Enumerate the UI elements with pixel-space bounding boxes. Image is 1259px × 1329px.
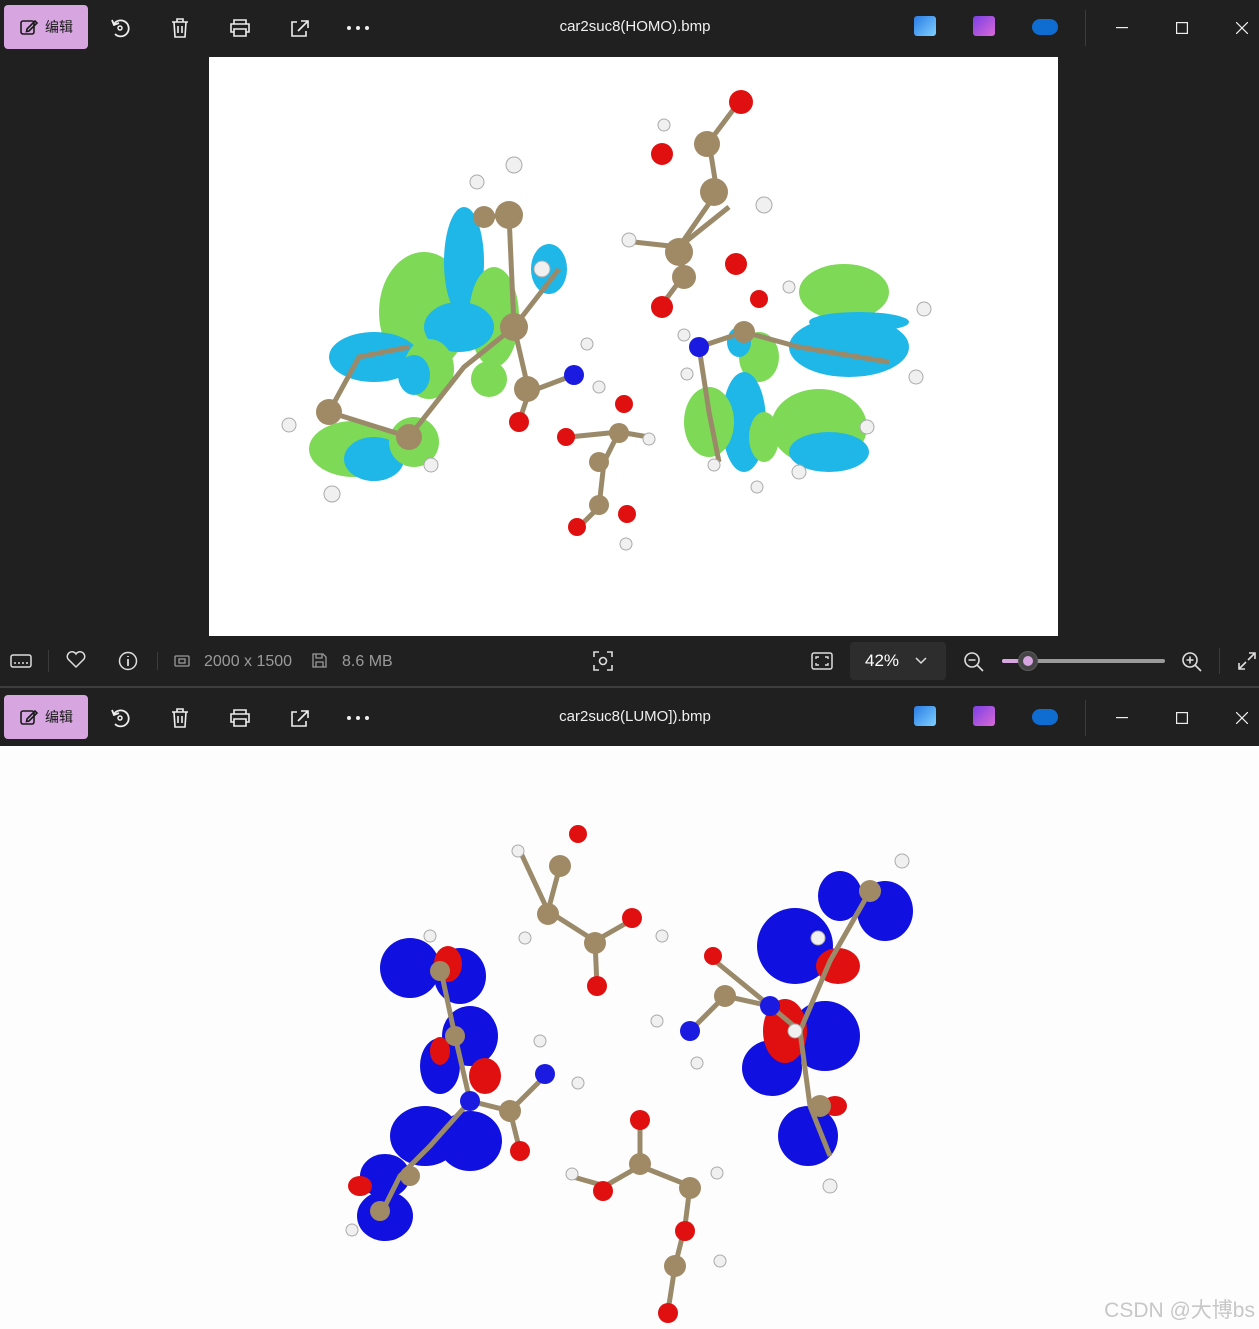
share-icon — [291, 710, 309, 727]
minimize-icon — [1116, 717, 1128, 719]
fit-window-icon[interactable] — [811, 651, 833, 671]
zoom-slider-thumb[interactable] — [1018, 651, 1038, 671]
status-bar: 2000 x 1500 8.6 MB 42% — [0, 636, 1259, 686]
edit-label: 编辑 — [45, 709, 73, 725]
window-title: car2suc8(LUMO]).bmp — [559, 708, 711, 725]
watermark: CSDN @大博bs — [1104, 1299, 1255, 1322]
status-divider — [157, 652, 158, 670]
more-button[interactable] — [338, 8, 378, 48]
zoom-out-icon[interactable] — [963, 651, 985, 673]
edit-icon — [20, 709, 39, 725]
close-icon — [1236, 22, 1248, 34]
photos-editor-icon[interactable] — [914, 706, 936, 726]
edit-icon — [20, 19, 39, 35]
zoom-slider[interactable] — [1002, 651, 1165, 671]
toolbar-divider — [1085, 700, 1086, 736]
homo-orbital-image — [281, 90, 932, 551]
clipchamp-icon[interactable] — [973, 16, 995, 36]
share-icon — [291, 20, 309, 37]
zoom-dropdown[interactable]: 42% — [850, 642, 946, 680]
filesize-icon — [312, 653, 327, 668]
edit-button[interactable]: 编辑 — [4, 695, 88, 739]
rotate-button[interactable] — [100, 698, 140, 738]
maximize-button[interactable] — [1162, 698, 1202, 738]
onedrive-icon[interactable] — [1032, 19, 1058, 35]
close-button[interactable] — [1222, 698, 1259, 738]
rotate-icon — [111, 19, 130, 38]
delete-icon — [172, 18, 188, 38]
favorite-icon[interactable] — [66, 651, 86, 669]
delete-button[interactable] — [160, 8, 200, 48]
window-title: car2suc8(HOMO).bmp — [559, 18, 711, 35]
file-size: 8.6 MB — [342, 653, 393, 670]
info-icon[interactable] — [118, 651, 138, 671]
maximize-icon — [1176, 22, 1188, 34]
chevron-down-icon — [915, 657, 927, 665]
delete-button[interactable] — [160, 698, 200, 738]
status-divider — [48, 650, 49, 672]
print-icon — [230, 19, 250, 37]
more-button[interactable] — [338, 698, 378, 738]
maximize-icon — [1176, 712, 1188, 724]
dimensions-icon — [174, 655, 190, 667]
minimize-button[interactable] — [1102, 698, 1142, 738]
onedrive-icon[interactable] — [1032, 709, 1058, 725]
minimize-button[interactable] — [1102, 8, 1142, 48]
maximize-button[interactable] — [1162, 8, 1202, 48]
image-dimensions: 2000 x 1500 — [204, 653, 293, 670]
image-canvas-homo[interactable] — [209, 57, 1058, 636]
visual-search-icon[interactable] — [592, 650, 614, 672]
delete-icon — [172, 708, 188, 728]
rotate-icon — [111, 709, 130, 728]
print-button[interactable] — [220, 8, 260, 48]
edit-button[interactable]: 编辑 — [4, 5, 88, 49]
toolbar-bottom: 编辑 car2suc8(LUMO]).bmp — [0, 690, 1259, 746]
fullscreen-icon[interactable] — [1237, 651, 1257, 671]
image-canvas-lumo[interactable] — [0, 746, 1259, 1329]
toolbar-top: 编辑 car2suc8(HOMO).bmp — [0, 0, 1259, 56]
more-icon — [347, 26, 369, 30]
rotate-button[interactable] — [100, 8, 140, 48]
lumo-orbital-image — [345, 825, 913, 1323]
window-divider — [0, 686, 1259, 688]
edit-label: 编辑 — [45, 19, 73, 35]
more-icon — [347, 716, 369, 720]
toolbar-divider — [1085, 10, 1086, 46]
minimize-icon — [1116, 27, 1128, 29]
share-button[interactable] — [280, 8, 320, 48]
zoom-level: 42% — [865, 651, 900, 670]
clipchamp-icon[interactable] — [973, 706, 995, 726]
print-icon — [230, 709, 250, 727]
zoom-in-icon[interactable] — [1181, 651, 1203, 673]
status-divider — [1219, 648, 1220, 674]
close-button[interactable] — [1222, 8, 1259, 48]
close-icon — [1236, 712, 1248, 724]
photos-editor-icon[interactable] — [914, 16, 936, 36]
share-button[interactable] — [280, 698, 320, 738]
filmstrip-icon[interactable] — [10, 652, 32, 670]
print-button[interactable] — [220, 698, 260, 738]
